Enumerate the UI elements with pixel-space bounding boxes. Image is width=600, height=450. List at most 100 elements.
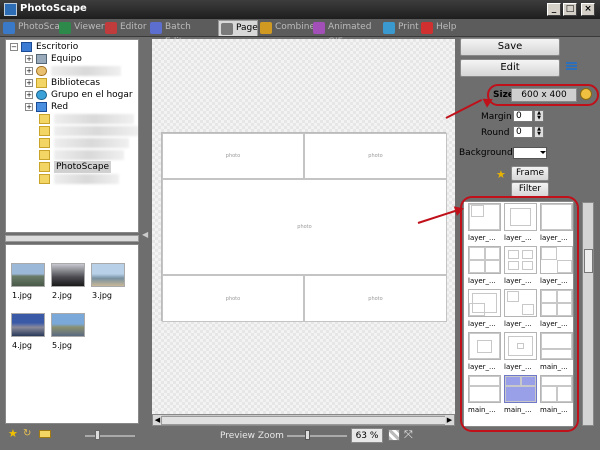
collapse-left-panel-icon[interactable]: ◀ bbox=[142, 230, 149, 242]
thumbnail-label: 5.jpg bbox=[52, 341, 73, 350]
preview-zoom-label: Preview Zoom bbox=[220, 431, 284, 441]
thumbnail-size-slider[interactable] bbox=[85, 435, 135, 437]
tab-viewer[interactable]: Viewer bbox=[57, 20, 105, 36]
blurred-label bbox=[54, 150, 124, 160]
tab-editor[interactable]: Editor bbox=[103, 20, 148, 36]
background-label: Background bbox=[459, 148, 513, 158]
tree-root-label: Escritorio bbox=[36, 42, 79, 52]
panel-splitter[interactable] bbox=[5, 235, 139, 242]
viewer-icon bbox=[59, 22, 71, 34]
thumbnail-image[interactable] bbox=[51, 263, 85, 287]
blurred-label bbox=[54, 174, 119, 184]
folder-tree[interactable]: − Escritorio + Equipo + + Bibliotecas + … bbox=[5, 39, 139, 233]
photoscape-app-icon bbox=[4, 3, 17, 16]
window-title: PhotoScape bbox=[20, 3, 87, 14]
animated-gif-icon bbox=[313, 22, 325, 34]
combine-icon bbox=[260, 22, 272, 34]
close-button[interactable]: × bbox=[581, 3, 595, 16]
thumbnail-image[interactable] bbox=[91, 263, 125, 287]
zoom-bar: Preview Zoom 63 % ⤧ bbox=[152, 428, 455, 446]
photo-slot[interactable]: photo bbox=[162, 275, 304, 322]
expand-icon[interactable]: + bbox=[25, 103, 33, 111]
homegroup-icon bbox=[36, 90, 47, 100]
library-icon bbox=[36, 78, 47, 88]
tab-print[interactable]: Print bbox=[381, 20, 419, 36]
page-preview-canvas[interactable]: photo photo photo photo photo bbox=[152, 39, 455, 414]
computer-icon bbox=[36, 54, 47, 64]
round-label: Round bbox=[481, 128, 510, 138]
tab-combine[interactable]: Combine bbox=[258, 20, 315, 36]
blurred-label bbox=[54, 126, 138, 136]
horizontal-scrollbar[interactable]: ◀ ▶ bbox=[152, 414, 455, 426]
tab-photoscape[interactable]: PhotoScape bbox=[1, 20, 71, 36]
tab-batch-editor[interactable]: Batch Editor bbox=[148, 20, 218, 47]
expand-icon[interactable]: + bbox=[25, 79, 33, 87]
tab-animated-gif[interactable]: Animated GIF bbox=[311, 20, 381, 47]
refresh-icon[interactable]: ↻ bbox=[23, 428, 31, 439]
highlight-ellipse bbox=[487, 84, 599, 106]
thumbnail-label: 4.jpg bbox=[12, 341, 33, 350]
expand-icon[interactable]: + bbox=[25, 55, 33, 63]
scroll-right-icon[interactable]: ▶ bbox=[445, 415, 454, 425]
zoom-slider-knob[interactable] bbox=[305, 430, 310, 440]
star-icon[interactable]: ★ bbox=[496, 168, 506, 181]
thumbnail-image[interactable] bbox=[11, 263, 45, 287]
zoom-value[interactable]: 63 % bbox=[351, 428, 383, 443]
frame-list-scrollbar[interactable] bbox=[582, 202, 594, 426]
folder-icon bbox=[39, 126, 50, 136]
photo-slot[interactable]: photo bbox=[304, 275, 447, 322]
batch-editor-icon bbox=[150, 22, 162, 34]
tab-label: Page bbox=[236, 23, 258, 33]
expand-icon[interactable]: + bbox=[25, 67, 33, 75]
edit-button[interactable]: Edit bbox=[460, 59, 560, 77]
blurred-label bbox=[54, 114, 134, 124]
photo-slot[interactable]: photo bbox=[304, 133, 447, 179]
tab-page[interactable]: Page bbox=[218, 20, 258, 36]
thumbnail-size-slider-knob[interactable] bbox=[95, 430, 100, 440]
round-stepper[interactable]: ▲ ▼ bbox=[534, 126, 544, 138]
star-icon[interactable]: ★ bbox=[8, 427, 18, 440]
tab-label: Help bbox=[436, 22, 457, 32]
highlight-ellipse bbox=[460, 196, 579, 432]
minimize-button[interactable]: _ bbox=[547, 3, 561, 16]
open-folder-icon[interactable] bbox=[39, 430, 51, 438]
scroll-thumb[interactable] bbox=[161, 416, 447, 425]
margin-label: Margin bbox=[481, 112, 512, 122]
filter-button[interactable]: Filter bbox=[511, 182, 549, 197]
tab-label: Print bbox=[398, 22, 419, 32]
list-icon[interactable] bbox=[566, 62, 577, 70]
thumbnail-image[interactable] bbox=[11, 313, 45, 337]
blurred-label bbox=[54, 138, 129, 148]
folder-icon bbox=[39, 174, 50, 184]
expand-icon[interactable]: + bbox=[25, 91, 33, 99]
thumbnail-panel[interactable]: 1.jpg 2.jpg 3.jpg 4.jpg 5.jpg bbox=[5, 244, 139, 424]
title-bar: PhotoScape _ □ × bbox=[0, 0, 600, 19]
transparency-icon[interactable] bbox=[388, 429, 400, 441]
editor-icon bbox=[105, 22, 117, 34]
print-icon bbox=[383, 22, 395, 34]
thumbnail-label: 3.jpg bbox=[92, 291, 113, 300]
collapse-icon[interactable]: − bbox=[10, 43, 18, 51]
thumbnail-image[interactable] bbox=[51, 313, 85, 337]
tree-item-label: Grupo en el hogar bbox=[51, 90, 133, 100]
photo-slot[interactable]: photo bbox=[162, 179, 447, 275]
scroll-thumb[interactable] bbox=[584, 249, 593, 273]
thumbnail-label: 2.jpg bbox=[52, 291, 73, 300]
photo-slot[interactable]: photo bbox=[162, 133, 304, 179]
page-layout[interactable]: photo photo photo photo photo bbox=[161, 132, 447, 322]
thumbnail-label: 1.jpg bbox=[12, 291, 33, 300]
background-color-picker[interactable] bbox=[513, 147, 547, 159]
save-button[interactable]: Save bbox=[460, 38, 560, 56]
network-icon bbox=[36, 102, 47, 112]
margin-stepper[interactable]: ▲ ▼ bbox=[534, 110, 544, 122]
frame-button[interactable]: Frame bbox=[511, 166, 549, 181]
round-input[interactable]: 0 bbox=[513, 126, 533, 138]
page-icon bbox=[221, 23, 233, 35]
margin-input[interactable]: 0 bbox=[513, 110, 533, 122]
fit-screen-icon[interactable]: ⤧ bbox=[404, 428, 413, 442]
desktop-icon bbox=[21, 42, 32, 52]
maximize-button[interactable]: □ bbox=[563, 3, 577, 16]
zoom-slider[interactable] bbox=[287, 435, 347, 437]
tab-help[interactable]: Help bbox=[419, 20, 457, 36]
folder-icon bbox=[39, 150, 50, 160]
